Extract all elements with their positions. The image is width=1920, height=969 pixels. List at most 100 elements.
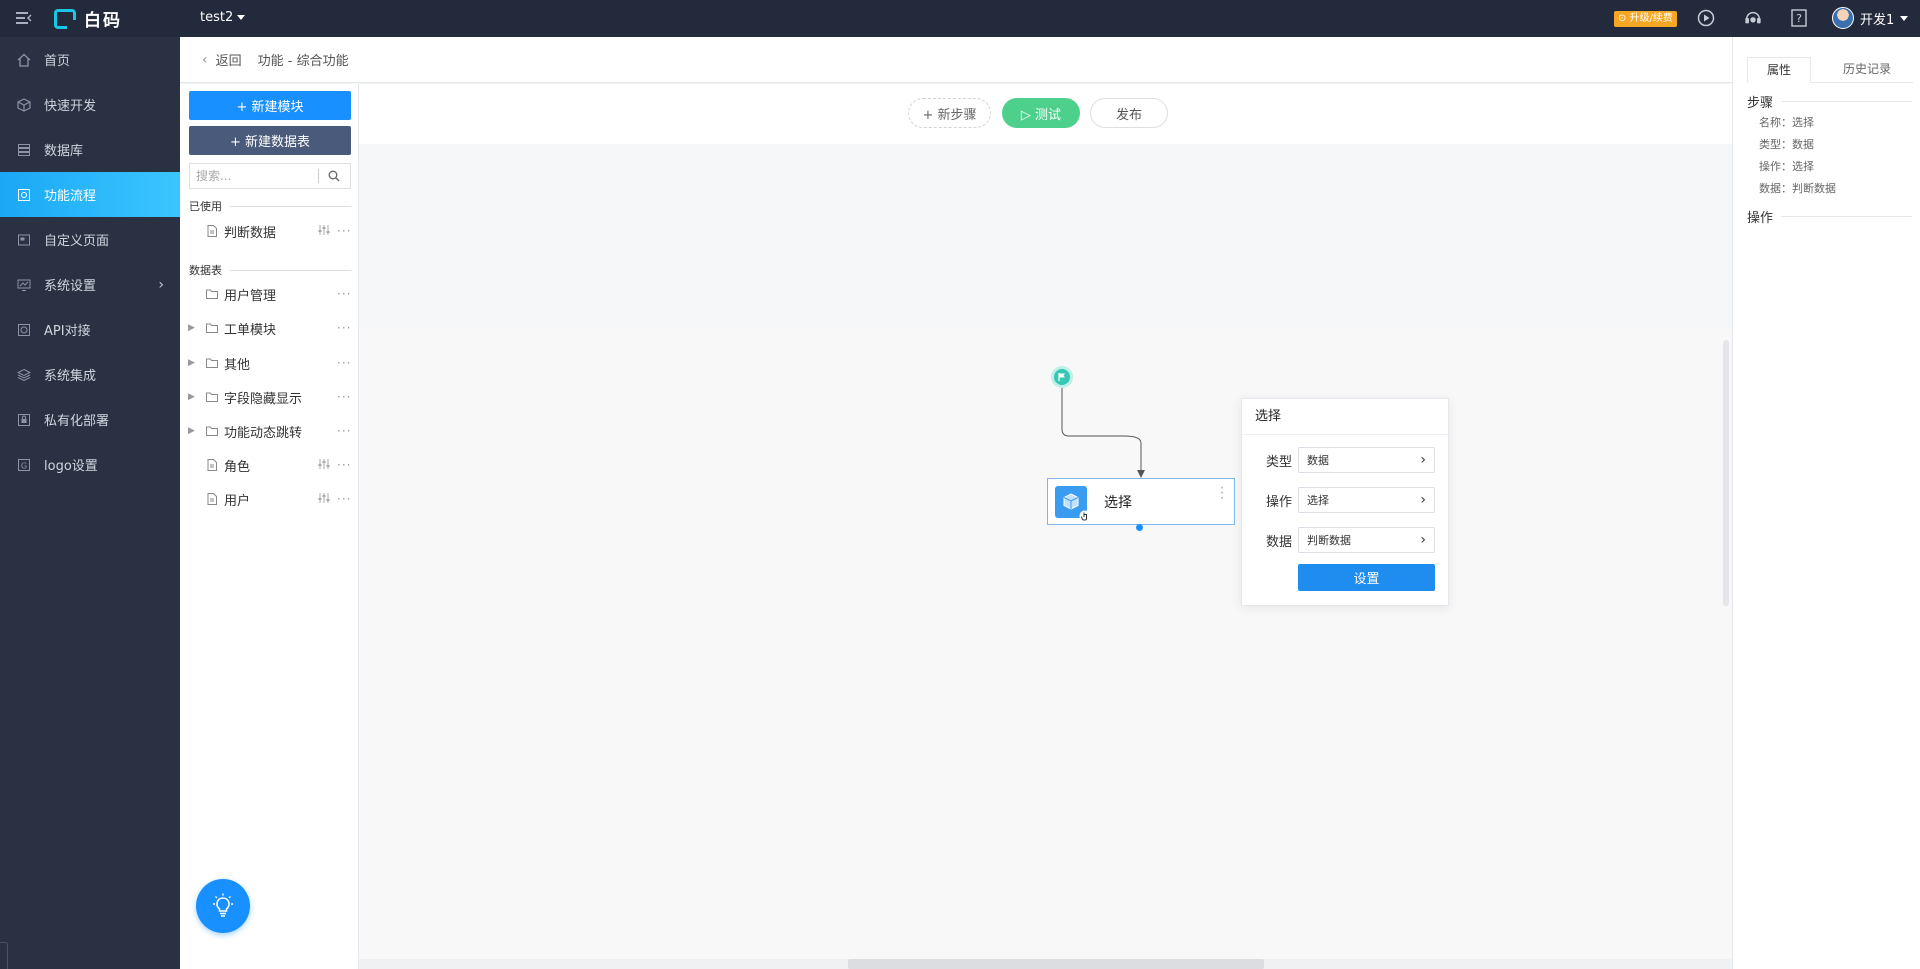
chevron-right-icon: › [1420, 532, 1426, 548]
list-item[interactable]: 判断数据 ··· [180, 220, 359, 242]
app-logo[interactable]: 白码 [54, 8, 122, 31]
prop-name: 名称：选择 [1759, 116, 1814, 129]
vertical-scrollbar[interactable] [1723, 340, 1729, 606]
more-icon[interactable]: ··· [337, 492, 353, 506]
list-item[interactable]: 用户管理 ··· [180, 283, 359, 305]
menu-toggle-icon[interactable] [16, 11, 32, 25]
field-label: 操作 [1265, 494, 1292, 510]
select-value: 选择 [1307, 494, 1329, 507]
prop-operation: 操作：选择 [1759, 160, 1814, 173]
sidebar-item-label: 私有化部署 [44, 414, 110, 429]
flow-icon [16, 187, 32, 203]
user-name: 开发1 [1860, 12, 1895, 28]
cube-icon [16, 97, 32, 113]
step-section: 步骤 [1747, 92, 1912, 111]
start-flag-icon[interactable] [1051, 366, 1073, 388]
list-item[interactable]: ▶ 工单模块 ··· [180, 317, 359, 339]
folder-icon [206, 322, 218, 334]
more-icon[interactable]: ··· [337, 287, 353, 301]
lightbulb-icon[interactable] [196, 879, 250, 933]
output-port[interactable] [1136, 524, 1143, 531]
list-item[interactable]: ▶ 其他 ··· [180, 352, 359, 374]
caret-right-icon[interactable]: ▶ [188, 426, 200, 436]
horizontal-scrollbar[interactable] [848, 959, 1264, 969]
sidebar-item-home[interactable]: 首页 [0, 37, 180, 82]
chevron-left-icon[interactable]: ‹ [202, 52, 208, 68]
more-icon[interactable]: ··· [337, 356, 353, 370]
list-item-label: 工单模块 [224, 322, 277, 338]
more-icon[interactable]: ··· [337, 321, 353, 335]
list-item-label: 判断数据 [224, 225, 277, 241]
more-icon[interactable]: ··· [337, 424, 353, 438]
step-node-label: 选择 [1104, 494, 1132, 511]
document-icon [206, 459, 218, 471]
api-icon [16, 322, 32, 338]
vertical-dots-icon[interactable]: · · · [1220, 482, 1224, 504]
document-icon [206, 225, 218, 237]
caret-right-icon[interactable]: ▶ [188, 358, 200, 368]
list-item[interactable]: ▶ 功能动态跳转 ··· [180, 420, 359, 442]
more-icon[interactable]: ··· [337, 390, 353, 404]
chevron-right-icon: › [158, 276, 164, 293]
search-icon[interactable] [319, 164, 350, 188]
sidebar-item-integration[interactable]: 系统集成 [0, 352, 180, 397]
data-cube-icon [1055, 485, 1091, 521]
sidebar-item-private-deploy[interactable]: 私有化部署 [0, 397, 180, 442]
sidebar-resize-handle[interactable] [0, 942, 8, 969]
sidebar-item-database[interactable]: 数据库 [0, 127, 180, 172]
tab-attributes[interactable]: 属性 [1747, 57, 1811, 83]
sidebar-item-label: 自定义页面 [44, 234, 110, 249]
sliders-icon[interactable] [317, 492, 331, 506]
play-circle-icon[interactable] [1697, 9, 1715, 27]
divider [1781, 216, 1912, 217]
search-input[interactable] [190, 164, 318, 188]
back-link[interactable]: 返回 [216, 50, 242, 69]
prop-type: 类型：数据 [1759, 138, 1814, 151]
settings-button[interactable]: 设置 [1298, 564, 1435, 591]
list-item[interactable]: 用户 ··· [180, 488, 359, 510]
caret-right-icon[interactable]: ▶ [188, 392, 200, 402]
step-node-select[interactable]: 选择 · · · [1047, 478, 1235, 531]
section-title: 操作 [1747, 211, 1774, 226]
list-item-label: 其他 [224, 357, 251, 373]
caret-right-icon[interactable]: ▶ [188, 323, 200, 333]
flow-canvas[interactable]: + 新步骤 ▷ 测试 发布 选择 · · · 选择 类型 数据 › 操作 选择 › 数据… [359, 84, 1732, 969]
sidebar-item-quick-dev[interactable]: 快速开发 [0, 82, 180, 127]
field-label: 数据 [1265, 534, 1292, 550]
table-section-label: 数据表 [189, 262, 351, 278]
select-value: 判断数据 [1307, 534, 1351, 547]
step-config-popover: 选择 类型 数据 › 操作 选择 › 数据 判断数据 › 设置 [1241, 398, 1449, 606]
list-item-label: 用户管理 [224, 288, 277, 304]
new-table-button[interactable]: + 新建数据表 [189, 126, 351, 155]
document-icon [206, 493, 218, 505]
upgrade-badge[interactable]: ⊙ 升级/续费 [1614, 11, 1677, 27]
sidebar-item-api[interactable]: API对接 [0, 307, 180, 352]
sidebar-item-system-settings[interactable]: 系统设置 › [0, 262, 180, 307]
divider [230, 205, 351, 207]
more-icon[interactable]: ··· [337, 458, 353, 472]
new-module-button[interactable]: + 新建模块 [189, 91, 351, 120]
properties-panel: 属性 历史记录 步骤 名称：选择 类型：数据 操作：选择 数据：判断数据 操作 [1732, 37, 1920, 969]
data-select[interactable]: 判断数据 › [1298, 527, 1435, 553]
select-value: 数据 [1307, 454, 1329, 467]
type-select[interactable]: 数据 › [1298, 447, 1435, 473]
sliders-icon[interactable] [317, 458, 331, 472]
help-icon[interactable]: ? [1790, 9, 1808, 27]
logo-mark-icon [54, 8, 76, 29]
caret-down-icon [237, 15, 246, 20]
list-item-label: 角色 [224, 459, 251, 475]
more-icon[interactable]: ··· [337, 224, 353, 238]
user-menu[interactable]: 开发1 [1832, 7, 1909, 29]
sidebar-item-function-flow[interactable]: 功能流程 [0, 172, 180, 217]
sidebar-item-custom-page[interactable]: 自定义页面 [0, 217, 180, 262]
operation-select[interactable]: 选择 › [1298, 487, 1435, 513]
sidebar-item-logo-settings[interactable]: G logo设置 [0, 442, 180, 487]
support-icon[interactable] [1744, 9, 1762, 27]
list-item[interactable]: ▶ 字段隐藏显示 ··· [180, 386, 359, 408]
page-title: 功能 - 综合功能 [257, 54, 349, 69]
app-switcher[interactable]: test2 [200, 10, 246, 25]
section-title: 步骤 [1747, 96, 1774, 111]
sliders-icon[interactable] [317, 224, 331, 238]
list-item[interactable]: 角色 ··· [180, 454, 359, 476]
tab-history[interactable]: 历史记录 [1825, 57, 1909, 83]
